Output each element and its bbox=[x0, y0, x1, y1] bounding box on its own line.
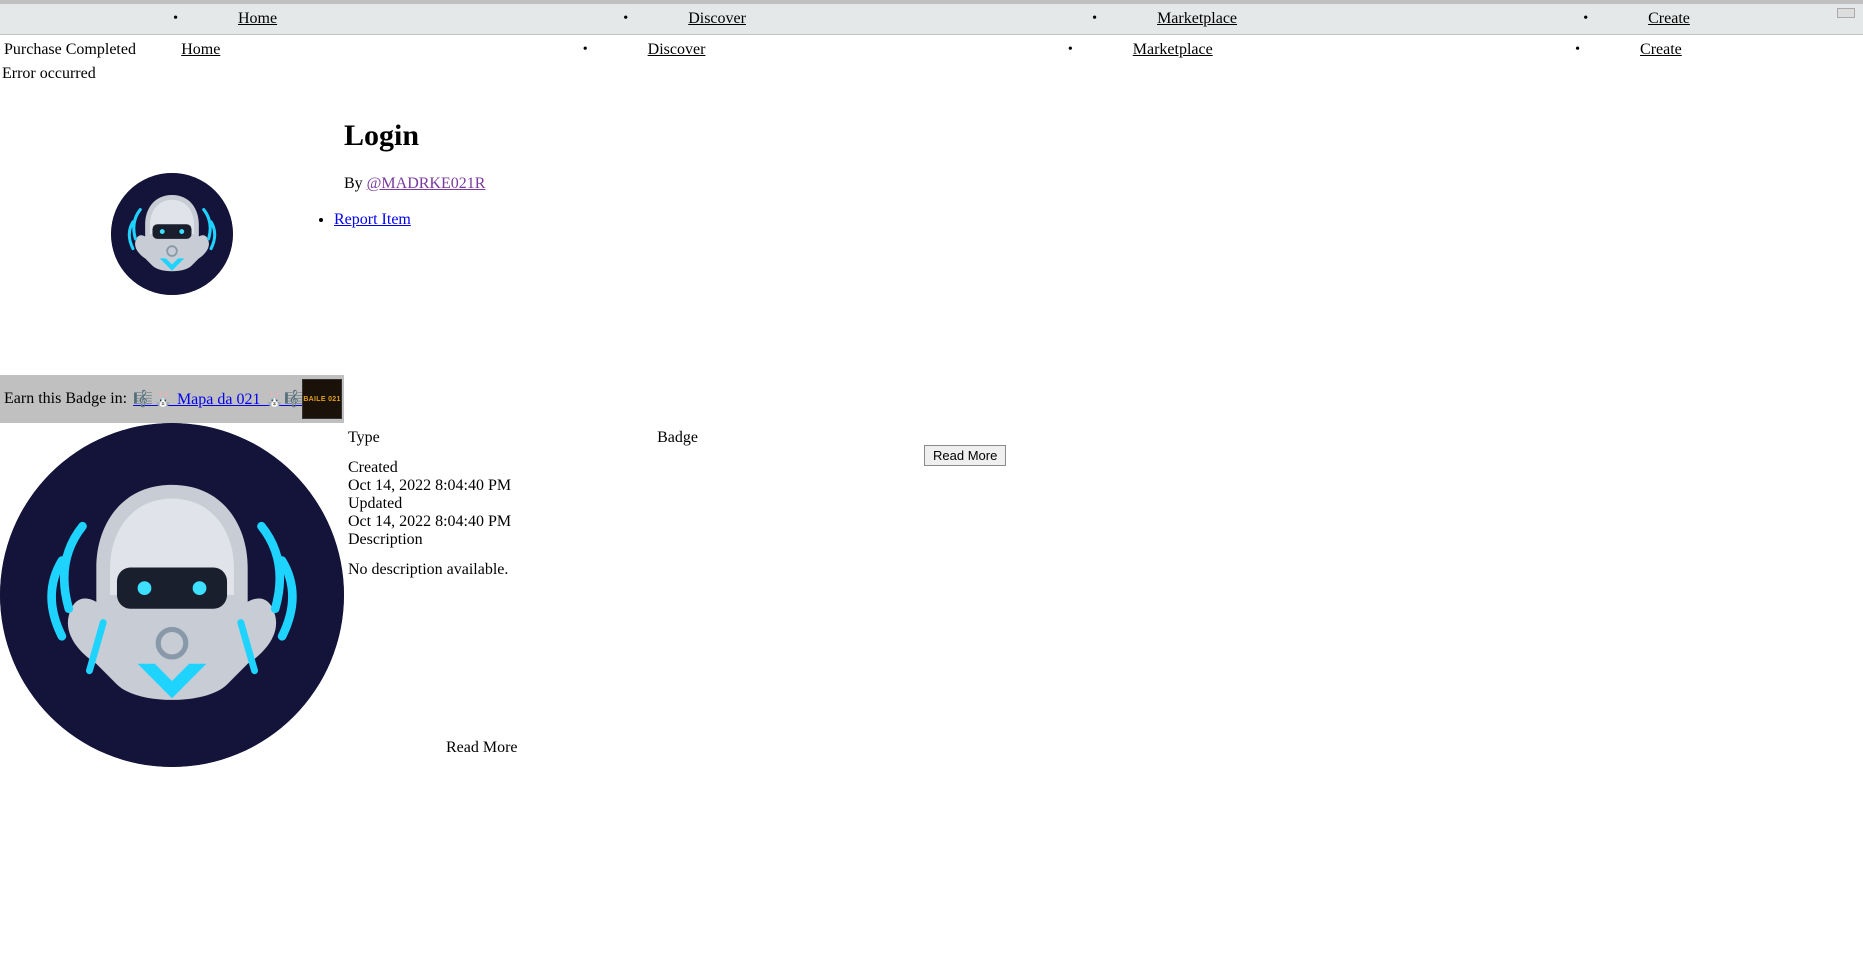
nav-home[interactable]: Home bbox=[238, 10, 277, 28]
read-more-button[interactable]: Read More bbox=[924, 445, 1006, 466]
meta-created-value: Oct 14, 2022 8:04:40 PM bbox=[348, 477, 698, 495]
nav2-marketplace[interactable]: Marketplace bbox=[1133, 41, 1213, 59]
meta-description-value: No description available. bbox=[348, 561, 698, 579]
status-error: Error occurred bbox=[0, 65, 1863, 83]
meta-description-label: Description bbox=[348, 531, 698, 549]
bullet-icon: • bbox=[1583, 11, 1588, 27]
meta-updated-label: Updated bbox=[348, 495, 698, 513]
nav2-discover[interactable]: Discover bbox=[648, 41, 706, 59]
meta-type-value: Badge bbox=[657, 429, 698, 447]
window-control-icon[interactable] bbox=[1837, 8, 1855, 18]
read-more-text: Read More bbox=[446, 739, 698, 757]
by-prefix: By bbox=[344, 175, 367, 192]
meta-updated-value: Oct 14, 2022 8:04:40 PM bbox=[348, 513, 698, 531]
bullet-icon: • bbox=[1092, 11, 1097, 27]
ninja-avatar-icon bbox=[111, 173, 233, 295]
ninja-avatar-icon bbox=[0, 423, 344, 767]
nav-create[interactable]: Create bbox=[1648, 10, 1690, 28]
bullet-icon: • bbox=[1575, 42, 1580, 58]
earn-prefix: Earn this Badge in: bbox=[4, 390, 127, 408]
secondary-nav-bar: Purchase Completed Home • Discover • Mar… bbox=[0, 35, 1863, 65]
meta-created-label: Created bbox=[348, 459, 698, 477]
earn-game-link[interactable]: 🎼🐰 Mapa da 021 🐰🎼 bbox=[133, 389, 304, 409]
bullet-icon: • bbox=[623, 11, 628, 27]
bullet-icon: • bbox=[583, 42, 588, 58]
game-thumbnail-icon[interactable]: BAILE 021 bbox=[302, 379, 342, 419]
nav-marketplace[interactable]: Marketplace bbox=[1157, 10, 1237, 28]
bullet-icon: • bbox=[173, 11, 178, 27]
nav2-home[interactable]: Home bbox=[181, 41, 220, 59]
author-link[interactable]: @MADRKE021R bbox=[367, 175, 486, 192]
nav2-create[interactable]: Create bbox=[1640, 41, 1682, 59]
item-title: Login bbox=[344, 119, 485, 153]
primary-nav-bar: • Home • Discover • Marketplace • Create bbox=[0, 0, 1863, 35]
game-thumbnail-text: BAILE 021 bbox=[303, 396, 340, 403]
status-purchase: Purchase Completed bbox=[2, 41, 136, 59]
bullet-icon: • bbox=[1068, 42, 1073, 58]
earn-badge-banner: Earn this Badge in: 🎼🐰 Mapa da 021 🐰🎼 BA… bbox=[0, 375, 344, 423]
report-item-link[interactable]: Report Item bbox=[334, 211, 411, 228]
item-thumbnail-small bbox=[111, 173, 233, 295]
meta-type-label: Type bbox=[348, 429, 380, 447]
item-thumbnail-large bbox=[0, 423, 344, 767]
nav-discover[interactable]: Discover bbox=[688, 10, 746, 28]
